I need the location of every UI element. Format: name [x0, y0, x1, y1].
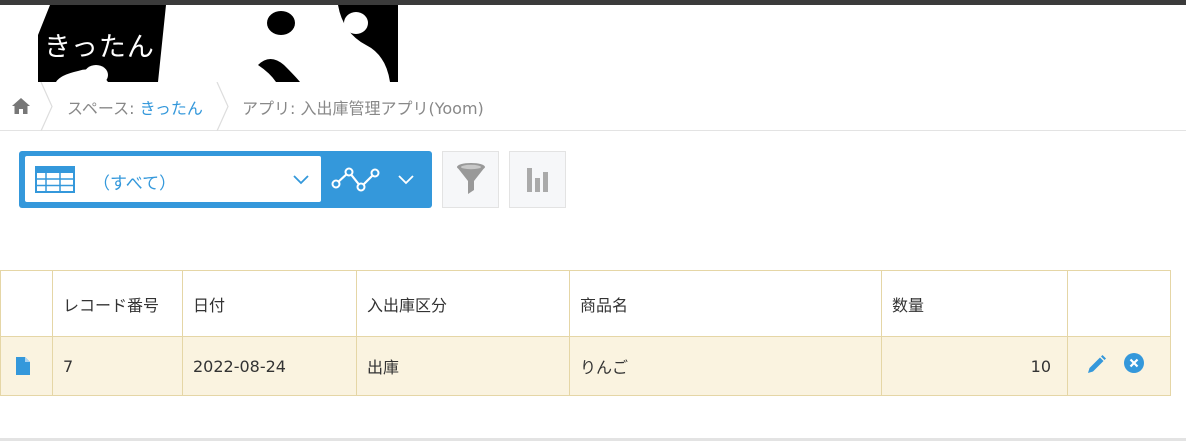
- breadcrumb-space-link[interactable]: きったん: [140, 99, 203, 118]
- chevron-down-icon: [293, 175, 309, 185]
- view-dropdown[interactable]: （すべて）: [25, 156, 321, 202]
- footer-divider: [0, 438, 1186, 441]
- column-header: [1067, 270, 1171, 337]
- view-name: （すべて）: [93, 174, 177, 194]
- space-title: きったん: [44, 32, 155, 63]
- graph-menu-button[interactable]: [325, 151, 432, 208]
- table-row: 7 2022-08-24 出庫 りんご 10: [0, 336, 1171, 396]
- cell-date: 2022-08-24: [182, 336, 357, 396]
- breadcrumb-space-prefix: スペース:: [67, 99, 140, 118]
- breadcrumb-separator: [216, 82, 229, 131]
- breadcrumb: スペース: きったん アプリ: 入出庫管理アプリ(Yoom): [0, 82, 1186, 131]
- home-icon[interactable]: [11, 96, 31, 116]
- edit-pencil-icon[interactable]: [1085, 354, 1107, 376]
- cell-quantity: 10: [881, 336, 1068, 396]
- column-header-type[interactable]: 入出庫区分: [356, 270, 570, 337]
- column-header: [0, 270, 53, 337]
- column-header-product[interactable]: 商品名: [569, 270, 882, 337]
- breadcrumb-space: スペース: きったん: [67, 95, 203, 119]
- breadcrumb-separator: [40, 82, 53, 131]
- column-header-quantity[interactable]: 数量: [881, 270, 1068, 337]
- chart-button[interactable]: [509, 151, 566, 208]
- column-header-date[interactable]: 日付: [182, 270, 357, 337]
- cell-type: 出庫: [356, 336, 570, 396]
- column-header-record-no[interactable]: レコード番号: [52, 270, 183, 337]
- space-header: きったん: [0, 5, 1186, 82]
- row-actions: [1067, 336, 1171, 396]
- bar-chart-icon: [527, 168, 548, 192]
- graph-line-icon: [331, 167, 380, 192]
- filter-button[interactable]: [442, 151, 499, 208]
- chevron-down-icon: [398, 175, 414, 185]
- document-icon[interactable]: [16, 357, 30, 375]
- cell-product: りんご: [569, 336, 882, 396]
- record-detail-cell: [0, 336, 53, 396]
- delete-circle-icon[interactable]: [1123, 352, 1145, 374]
- records-table: レコード番号 日付 入出庫区分 商品名 数量 7 2022-08-24 出庫 り…: [0, 270, 1171, 396]
- record-list: レコード番号 日付 入出庫区分 商品名 数量 7 2022-08-24 出庫 り…: [0, 270, 1186, 396]
- table-header-row: レコード番号 日付 入出庫区分 商品名 数量: [0, 270, 1171, 337]
- breadcrumb-app: アプリ: 入出庫管理アプリ(Yoom): [242, 99, 484, 118]
- table-icon: [35, 166, 75, 193]
- funnel-icon: [457, 163, 485, 194]
- cell-record-no: 7: [52, 336, 183, 396]
- view-selector: （すべて）: [19, 151, 432, 208]
